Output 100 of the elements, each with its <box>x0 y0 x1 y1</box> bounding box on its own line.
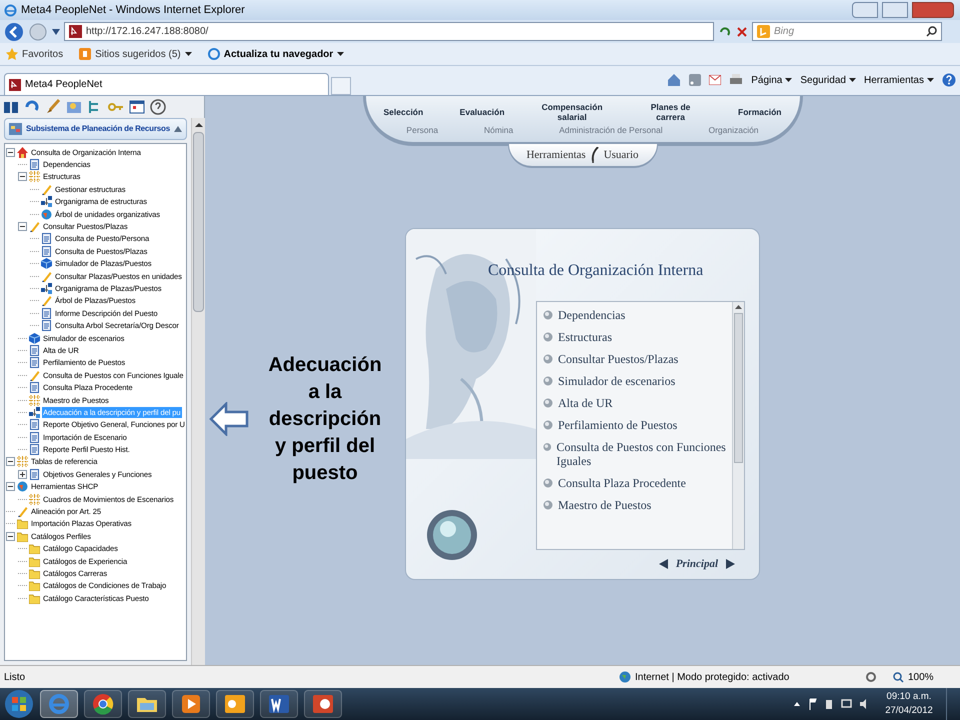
taskbar-button[interactable] <box>304 690 342 718</box>
tools-link[interactable]: Herramientas <box>526 146 586 164</box>
menu-link[interactable]: Dependencias <box>558 308 626 322</box>
address-field[interactable]: http://172.16.247.188:8080/ <box>64 22 714 41</box>
clock-time[interactable]: 09:10 a.m. <box>886 690 932 704</box>
start-button[interactable] <box>4 689 34 719</box>
nav-tab[interactable]: Evaluación <box>460 106 505 117</box>
nav-link[interactable]: Administración de Personal <box>559 124 663 136</box>
bullet-icon <box>543 332 553 342</box>
minimize-button[interactable] <box>852 2 878 18</box>
favorites-item[interactable]: Actualiza tu navegador <box>206 44 346 64</box>
media-player-icon <box>179 692 203 716</box>
command-menu[interactable]: Seguridad <box>800 72 856 88</box>
brush-icon[interactable] <box>45 99 61 115</box>
menu-link[interactable]: Maestro de Puestos <box>558 498 652 512</box>
dropdown-icon <box>848 78 856 82</box>
collapse-icon[interactable] <box>18 172 27 182</box>
search-input[interactable]: Bing <box>774 24 922 39</box>
document-icon <box>41 320 52 332</box>
taskbar-button[interactable] <box>84 690 122 718</box>
nav-link[interactable]: Organización <box>708 124 759 136</box>
nav-tab[interactable]: Planes de carrera <box>640 102 702 122</box>
search-icon[interactable] <box>926 26 937 37</box>
main-menu-link[interactable]: Principal <box>676 556 718 573</box>
nav-tab[interactable]: Compensación salarial <box>541 102 604 122</box>
menu-link[interactable]: Perfilamiento de Puestos <box>558 418 678 432</box>
document-icon <box>41 308 52 319</box>
collapse-icon[interactable] <box>6 532 15 541</box>
bullet-icon <box>543 478 553 488</box>
feed-icon[interactable] <box>689 74 702 86</box>
nav-tab[interactable]: Formación <box>738 106 782 117</box>
list-scrollbar[interactable] <box>732 302 744 549</box>
suggested-sites-icon <box>79 48 92 60</box>
maximize-button[interactable] <box>882 2 908 18</box>
arrow-icon <box>209 402 249 436</box>
collapse-icon[interactable] <box>6 148 15 157</box>
section-header[interactable]: Subsistema de Planeación de Recursos <box>4 118 187 140</box>
menu-link[interactable]: Simulador de escenarios <box>558 374 676 388</box>
document-icon <box>29 159 40 170</box>
menu-link[interactable]: Consulta de Puestos con Funciones Iguales <box>556 440 732 468</box>
scrollbar[interactable] <box>190 118 205 665</box>
nav-link[interactable]: Persona <box>406 124 438 136</box>
dropdown-icon <box>927 78 934 82</box>
document-icon <box>29 444 40 456</box>
favorites-item[interactable]: Favoritos <box>4 44 66 64</box>
clock-date[interactable]: 27/04/2012 <box>885 704 933 718</box>
grid-icon <box>17 456 28 468</box>
browser-tab[interactable]: Meta4 PeopleNet <box>4 73 329 95</box>
favorites-item[interactable]: Sitios sugeridos (5) <box>77 44 194 64</box>
zoom-level[interactable]: 100% <box>908 670 956 684</box>
document-icon <box>29 432 40 443</box>
folder-icon <box>17 518 28 530</box>
folder-icon <box>29 556 40 567</box>
dropdown-icon[interactable] <box>52 28 60 34</box>
orb-icon[interactable] <box>426 509 478 561</box>
panel-title: Consulta de Organización Interna <box>488 261 704 281</box>
pencil-icon <box>41 184 52 195</box>
window-title: Meta4 PeopleNet - Windows Internet Explorer <box>21 2 245 18</box>
back-button[interactable] <box>4 22 24 42</box>
refresh-icon[interactable] <box>718 24 732 38</box>
document-icon <box>41 246 52 257</box>
menu-link[interactable]: Alta de UR <box>558 396 613 410</box>
command-menu[interactable]: Página <box>751 72 792 88</box>
collapse-icon[interactable] <box>6 457 15 466</box>
taskbar-button[interactable] <box>172 690 210 718</box>
nav-link[interactable]: Nómina <box>484 124 514 136</box>
planning-icon <box>9 123 22 135</box>
command-menu[interactable]: Herramientas <box>864 72 934 88</box>
collapse-icon[interactable] <box>6 482 15 492</box>
folder-icon <box>29 592 40 604</box>
bing-icon <box>757 25 770 38</box>
previous-icon[interactable] <box>658 559 668 570</box>
help-icon[interactable] <box>150 99 166 115</box>
menu-link[interactable]: Estructuras <box>558 330 612 344</box>
expand-icon[interactable] <box>18 470 27 479</box>
print-icon[interactable] <box>729 74 744 86</box>
site-icon <box>69 25 82 38</box>
menu-link[interactable]: Consultar Puestos/Plazas <box>558 352 678 366</box>
nav-tab[interactable]: Selección <box>384 106 424 117</box>
help-icon[interactable] <box>942 73 956 87</box>
pencil-icon <box>17 506 28 518</box>
taskbar-button[interactable] <box>260 690 298 718</box>
home-icon[interactable] <box>667 73 682 87</box>
pencil-icon <box>29 221 40 232</box>
next-icon[interactable] <box>726 559 735 570</box>
stop-icon[interactable] <box>736 26 748 38</box>
folder-icon <box>29 568 40 579</box>
taskbar-button[interactable] <box>216 690 254 718</box>
collapse-icon[interactable] <box>18 222 27 232</box>
binoculars-icon[interactable] <box>3 99 19 115</box>
taskbar-button[interactable] <box>128 690 166 718</box>
calendar-icon[interactable] <box>129 99 145 115</box>
search-field[interactable]: Bing <box>752 22 942 41</box>
menu-link[interactable]: Consulta Plaza Procedente <box>558 476 686 490</box>
annotation-text: Adecuación a la descripción y perfil del puesto <box>267 353 383 486</box>
mail-icon[interactable] <box>709 75 722 85</box>
user-link[interactable]: Usuario <box>604 146 639 164</box>
bullet-icon <box>543 398 553 408</box>
chrome-icon <box>91 692 115 716</box>
pencil-icon <box>41 270 52 282</box>
